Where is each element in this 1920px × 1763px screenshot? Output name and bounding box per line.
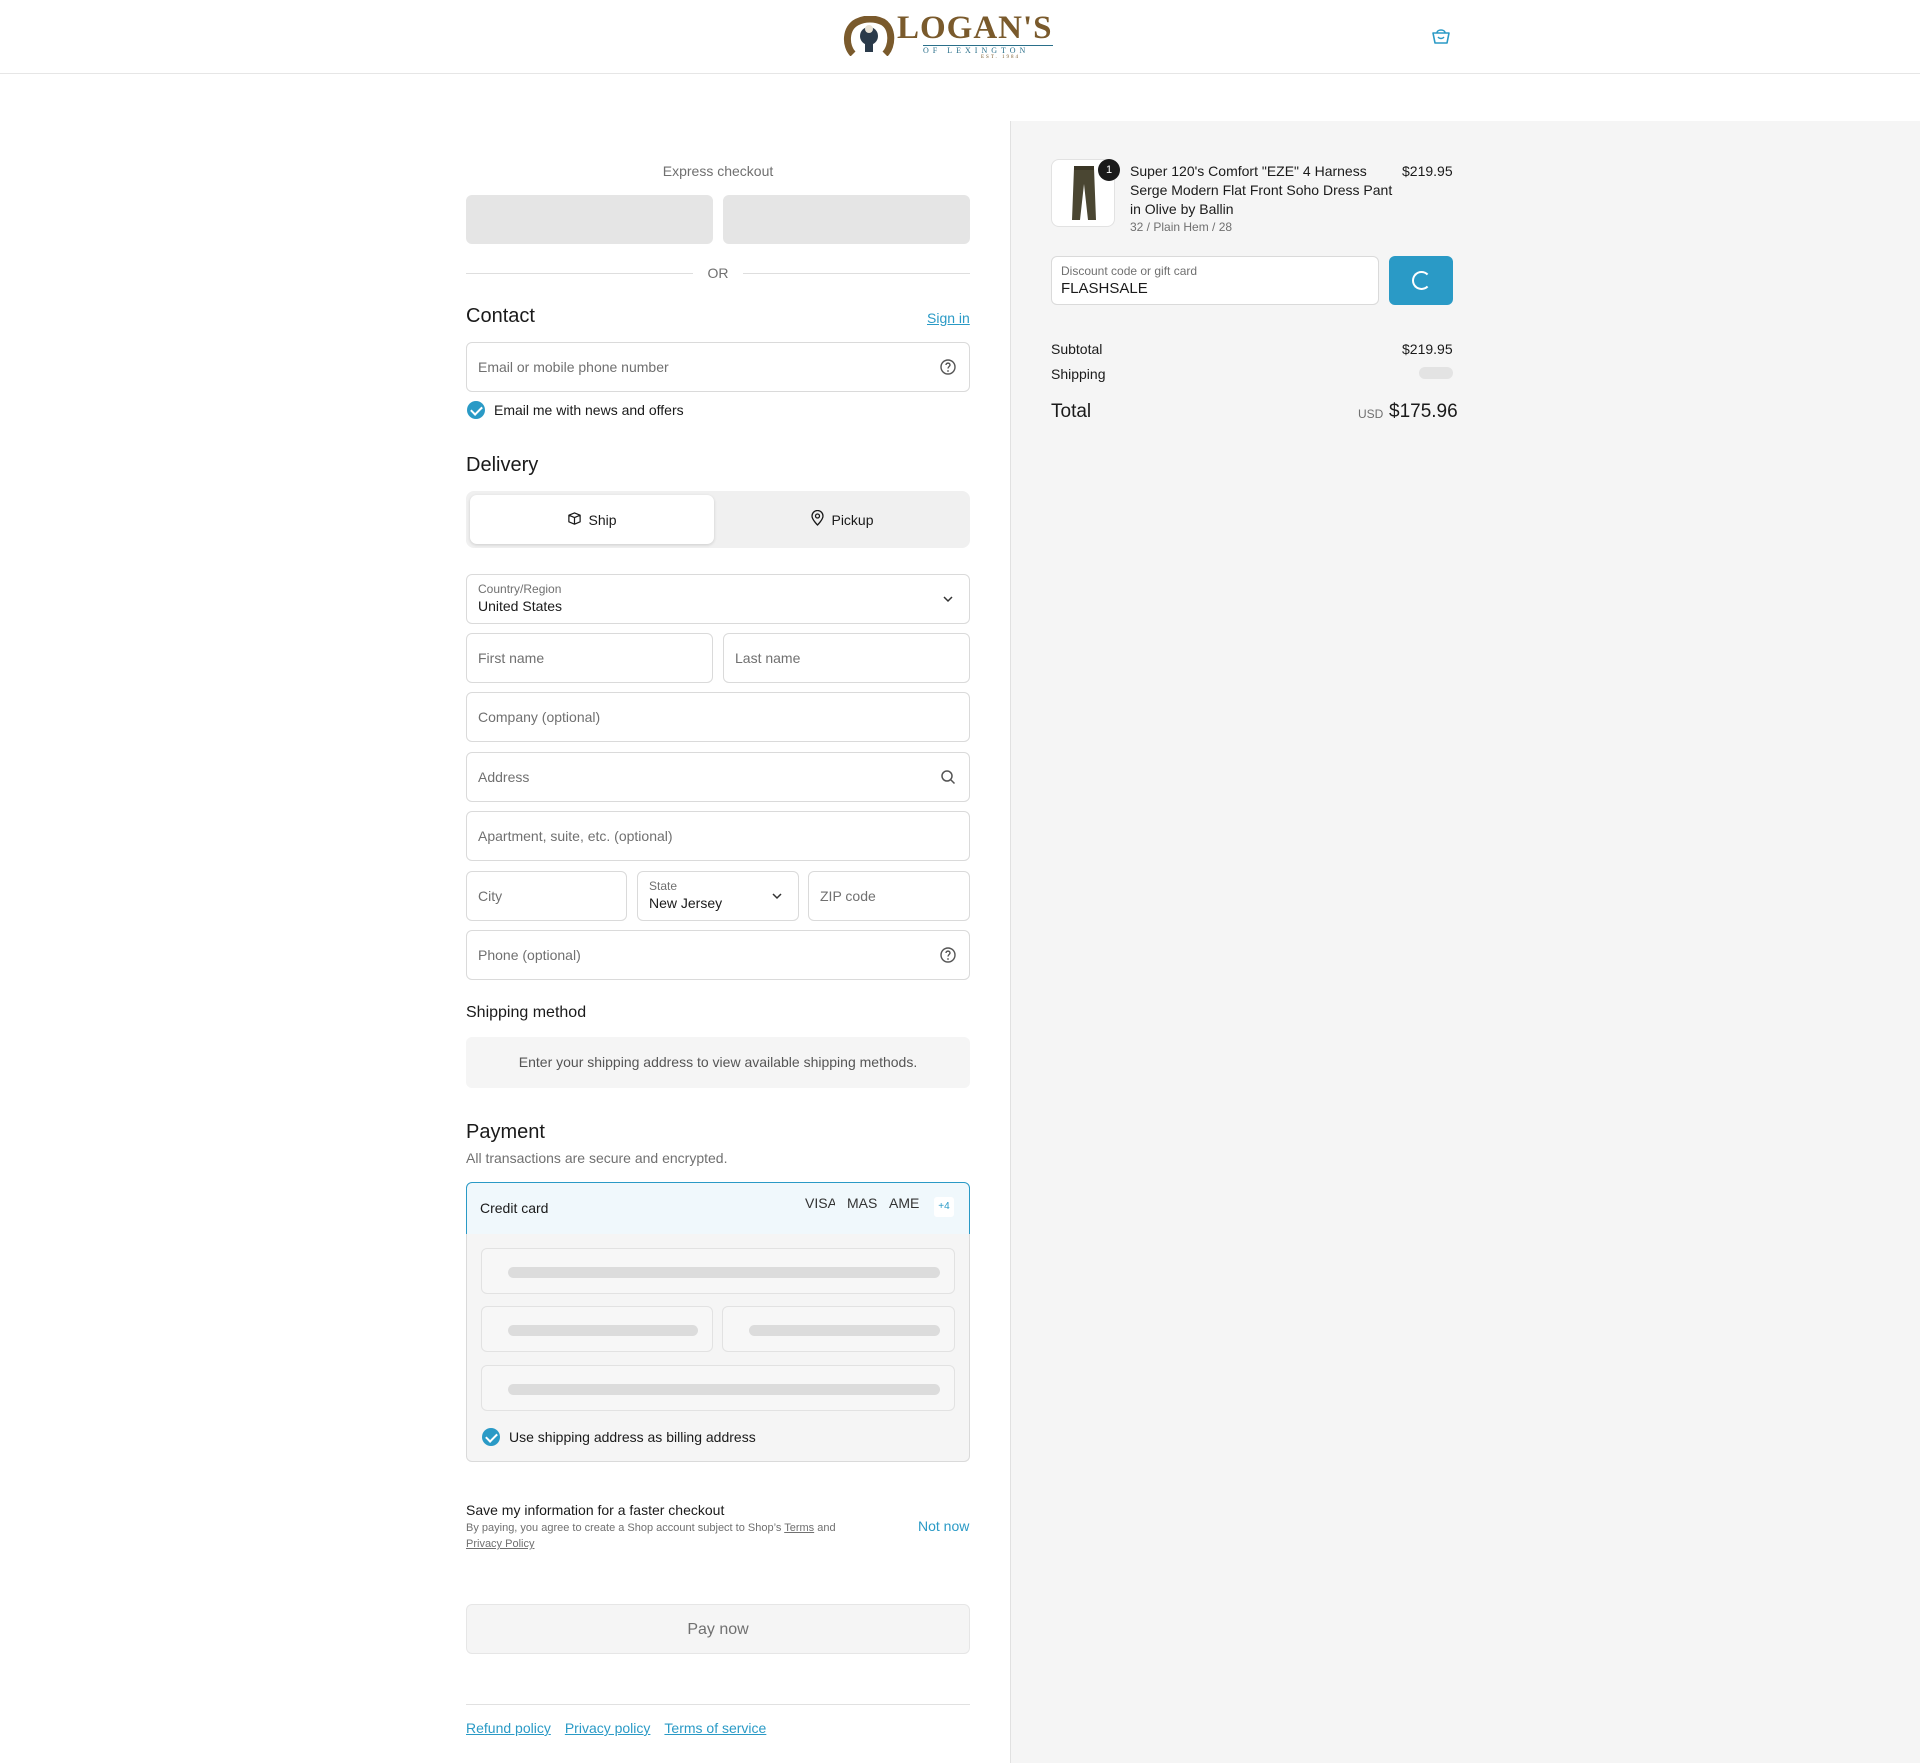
company-placeholder: Company (optional)	[478, 709, 601, 725]
quantity-badge: 1	[1098, 159, 1120, 181]
address-field[interactable]: Address	[466, 752, 970, 802]
state-label: State	[649, 879, 678, 893]
first-name-placeholder: First name	[478, 650, 545, 666]
product-price: $219.95	[1402, 163, 1453, 179]
amex-card-icon: AMEX	[889, 1196, 919, 1211]
country-value: United States	[478, 598, 563, 614]
terms-of-service-link[interactable]: Terms of service	[664, 1720, 766, 1736]
order-summary-panel	[1010, 121, 1920, 1763]
delivery-title: Delivery	[466, 454, 539, 476]
more-cards-badge: +4	[934, 1197, 954, 1217]
credit-card-label: Credit card	[480, 1200, 549, 1216]
phone-placeholder: Phone (optional)	[478, 947, 581, 963]
phone-field[interactable]: Phone (optional)	[466, 930, 970, 980]
logo-sub-text: OF LEXINGTON	[923, 45, 1053, 55]
express-pay-button-1[interactable]	[466, 195, 713, 244]
pay-now-button[interactable]: Pay now	[466, 1604, 970, 1654]
country-select[interactable]: Country/Region United States	[466, 574, 970, 624]
horseshoe-logo-icon	[843, 15, 895, 57]
first-name-field[interactable]: First name	[466, 633, 713, 683]
header: LOGAN'S OF LEXINGTON EST. 1984	[0, 0, 1920, 74]
cart-icon[interactable]	[1431, 27, 1451, 45]
shipping-method-title: Shipping method	[466, 1004, 587, 1021]
save-info-text: By paying, you agree to create a Shop ac…	[466, 1522, 785, 1534]
security-code-skeleton	[722, 1306, 955, 1352]
apartment-field[interactable]: Apartment, suite, etc. (optional)	[466, 811, 970, 861]
package-icon	[567, 511, 582, 529]
newsletter-checkbox[interactable]	[467, 401, 485, 419]
name-on-card-skeleton	[481, 1365, 955, 1411]
total-currency: USD	[1358, 407, 1384, 421]
delivery-method-toggle: Ship Pickup	[466, 491, 970, 548]
shipping-label: Shipping	[1051, 366, 1106, 382]
logo[interactable]: LOGAN'S OF LEXINGTON EST. 1984	[843, 12, 1079, 60]
apartment-placeholder: Apartment, suite, etc. (optional)	[478, 828, 673, 844]
refund-policy-link[interactable]: Refund policy	[466, 1720, 551, 1736]
subtotal-value: $219.95	[1402, 341, 1453, 357]
credit-card-option[interactable]: Credit card VISA MASTER AMEX +4	[466, 1182, 970, 1235]
billing-address-label: Use shipping address as billing address	[509, 1429, 756, 1445]
ship-option[interactable]: Ship	[470, 495, 714, 544]
shipping-loading-placeholder	[1419, 367, 1453, 379]
last-name-field[interactable]: Last name	[723, 633, 970, 683]
discount-code-field[interactable]: Discount code or gift card FLASHSALE	[1051, 256, 1379, 305]
help-circle-icon[interactable]	[939, 358, 957, 376]
zip-placeholder: ZIP code	[820, 888, 876, 904]
total-label: Total	[1051, 401, 1092, 422]
help-circle-icon[interactable]	[939, 946, 957, 964]
address-placeholder: Address	[478, 769, 530, 785]
city-placeholder: City	[478, 888, 503, 904]
discount-value: FLASHSALE	[1061, 280, 1148, 297]
logo-main-text: LOGAN'S	[897, 10, 1053, 46]
total-value: $175.96	[1389, 401, 1458, 422]
chevron-down-icon	[939, 590, 957, 608]
state-value: New Jersey	[649, 895, 723, 911]
pickup-option[interactable]: Pickup	[718, 495, 966, 544]
billing-address-checkbox[interactable]	[482, 1428, 500, 1446]
mastercard-card-icon: MASTER	[847, 1196, 877, 1211]
contact-title: Contact	[466, 305, 535, 327]
save-info-and: and	[814, 1522, 836, 1534]
zip-field[interactable]: ZIP code	[808, 871, 970, 921]
apply-discount-button[interactable]	[1389, 256, 1453, 305]
last-name-placeholder: Last name	[735, 650, 801, 666]
company-field[interactable]: Company (optional)	[466, 692, 970, 742]
logo-est-text: EST. 1984	[981, 55, 1021, 60]
card-number-skeleton	[481, 1248, 955, 1294]
expiry-skeleton	[481, 1306, 713, 1352]
subtotal-label: Subtotal	[1051, 341, 1103, 357]
save-info-fine-print: By paying, you agree to create a Shop ac…	[466, 1520, 876, 1552]
save-info-title: Save my information for a faster checkou…	[466, 1502, 725, 1518]
discount-label: Discount code or gift card	[1061, 264, 1198, 278]
chevron-down-icon	[768, 887, 786, 905]
privacy-policy-link[interactable]: Privacy Policy	[466, 1538, 534, 1550]
country-label: Country/Region	[478, 582, 562, 596]
product-variant: 32 / Plain Hem / 28	[1130, 220, 1233, 234]
state-select[interactable]: State New Jersey	[637, 871, 799, 921]
terms-link[interactable]: Terms	[784, 1522, 814, 1534]
location-pin-icon	[810, 509, 825, 529]
search-icon	[939, 768, 957, 786]
or-divider: OR	[466, 264, 970, 282]
credit-card-form: Use shipping address as billing address	[466, 1234, 970, 1462]
express-checkout-title: Express checkout	[662, 163, 774, 179]
privacy-policy-footer-link[interactable]: Privacy policy	[565, 1720, 651, 1736]
sign-in-link[interactable]: Sign in	[927, 310, 970, 326]
visa-card-icon: VISA	[805, 1196, 835, 1211]
city-field[interactable]: City	[466, 871, 627, 921]
email-field[interactable]: Email or mobile phone number	[466, 342, 970, 392]
pickup-label: Pickup	[831, 511, 874, 528]
shipping-method-message: Enter your shipping address to view avai…	[466, 1037, 970, 1088]
express-pay-button-2[interactable]	[723, 195, 970, 244]
payment-title: Payment	[466, 1121, 545, 1143]
email-placeholder: Email or mobile phone number	[478, 359, 669, 375]
not-now-button[interactable]: Not now	[918, 1518, 969, 1534]
payment-subtitle: All transactions are secure and encrypte…	[466, 1150, 728, 1166]
footer-links: Refund policy Privacy policy Terms of se…	[466, 1720, 766, 1736]
newsletter-label: Email me with news and offers	[494, 402, 684, 418]
loading-spinner-icon	[1412, 271, 1431, 290]
ship-label: Ship	[588, 511, 617, 528]
product-name: Super 120's Comfort "EZE" 4 Harness Serg…	[1130, 163, 1393, 217]
footer-divider	[466, 1704, 970, 1705]
